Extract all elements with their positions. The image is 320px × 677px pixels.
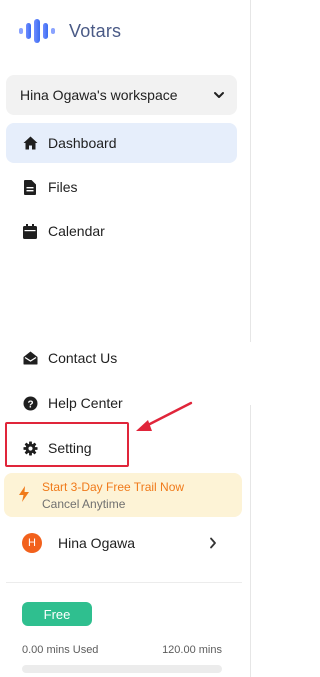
- trial-title: Start 3-Day Free Trail Now: [42, 480, 185, 494]
- workspace-switcher[interactable]: Hina Ogawa's workspace: [6, 75, 237, 115]
- logo-icon: [19, 19, 55, 43]
- nav-label-calendar: Calendar: [48, 223, 105, 239]
- usage-progress-bar: [22, 665, 222, 673]
- usage-total: 120.00 mins: [162, 644, 222, 656]
- nav-item-calendar[interactable]: Calendar: [6, 211, 237, 251]
- chevron-down-icon: [214, 92, 224, 98]
- nav-label-help-center: Help Center: [48, 395, 123, 411]
- svg-text:?: ?: [27, 399, 33, 410]
- chevron-right-icon: [210, 537, 216, 549]
- user-name: Hina Ogawa: [58, 535, 136, 551]
- brand-logo[interactable]: Votars: [19, 18, 121, 44]
- free-trial-banner[interactable]: Start 3-Day Free Trail Now Cancel Anytim…: [4, 473, 242, 517]
- nav-label-files: Files: [48, 179, 78, 195]
- help-icon: ?: [22, 395, 38, 411]
- workspace-name: Hina Ogawa's workspace: [20, 87, 178, 103]
- nav-item-dashboard[interactable]: Dashboard: [6, 123, 237, 163]
- user-profile-item[interactable]: H Hina Ogawa: [6, 527, 237, 559]
- usage-used: 0.00 mins Used: [22, 644, 99, 656]
- home-icon: [22, 135, 38, 151]
- gear-icon: [22, 440, 38, 456]
- usage-info: 0.00 mins Used 120.00 mins: [22, 644, 222, 656]
- trial-subtitle: Cancel Anytime: [42, 497, 126, 511]
- avatar: H: [22, 533, 42, 553]
- nav-label-contact-us: Contact Us: [48, 350, 118, 366]
- divider: [6, 582, 242, 583]
- plan-badge: Free: [22, 602, 92, 626]
- nav-label-setting: Setting: [48, 440, 92, 456]
- nav-label-dashboard: Dashboard: [48, 135, 117, 151]
- lightning-icon: [19, 486, 29, 502]
- divider: [250, 405, 251, 677]
- calendar-icon: [22, 223, 38, 239]
- sidebar: Votars Hina Ogawa's workspace Dashboard …: [0, 0, 250, 677]
- nav-item-help-center[interactable]: ? Help Center: [6, 383, 237, 423]
- nav-item-setting[interactable]: Setting: [6, 428, 237, 468]
- nav-item-files[interactable]: Files: [6, 167, 237, 207]
- nav-item-contact-us[interactable]: Contact Us: [6, 338, 237, 378]
- file-icon: [22, 179, 38, 195]
- divider: [250, 0, 251, 342]
- mail-icon: [22, 350, 38, 366]
- brand-name: Votars: [69, 20, 122, 41]
